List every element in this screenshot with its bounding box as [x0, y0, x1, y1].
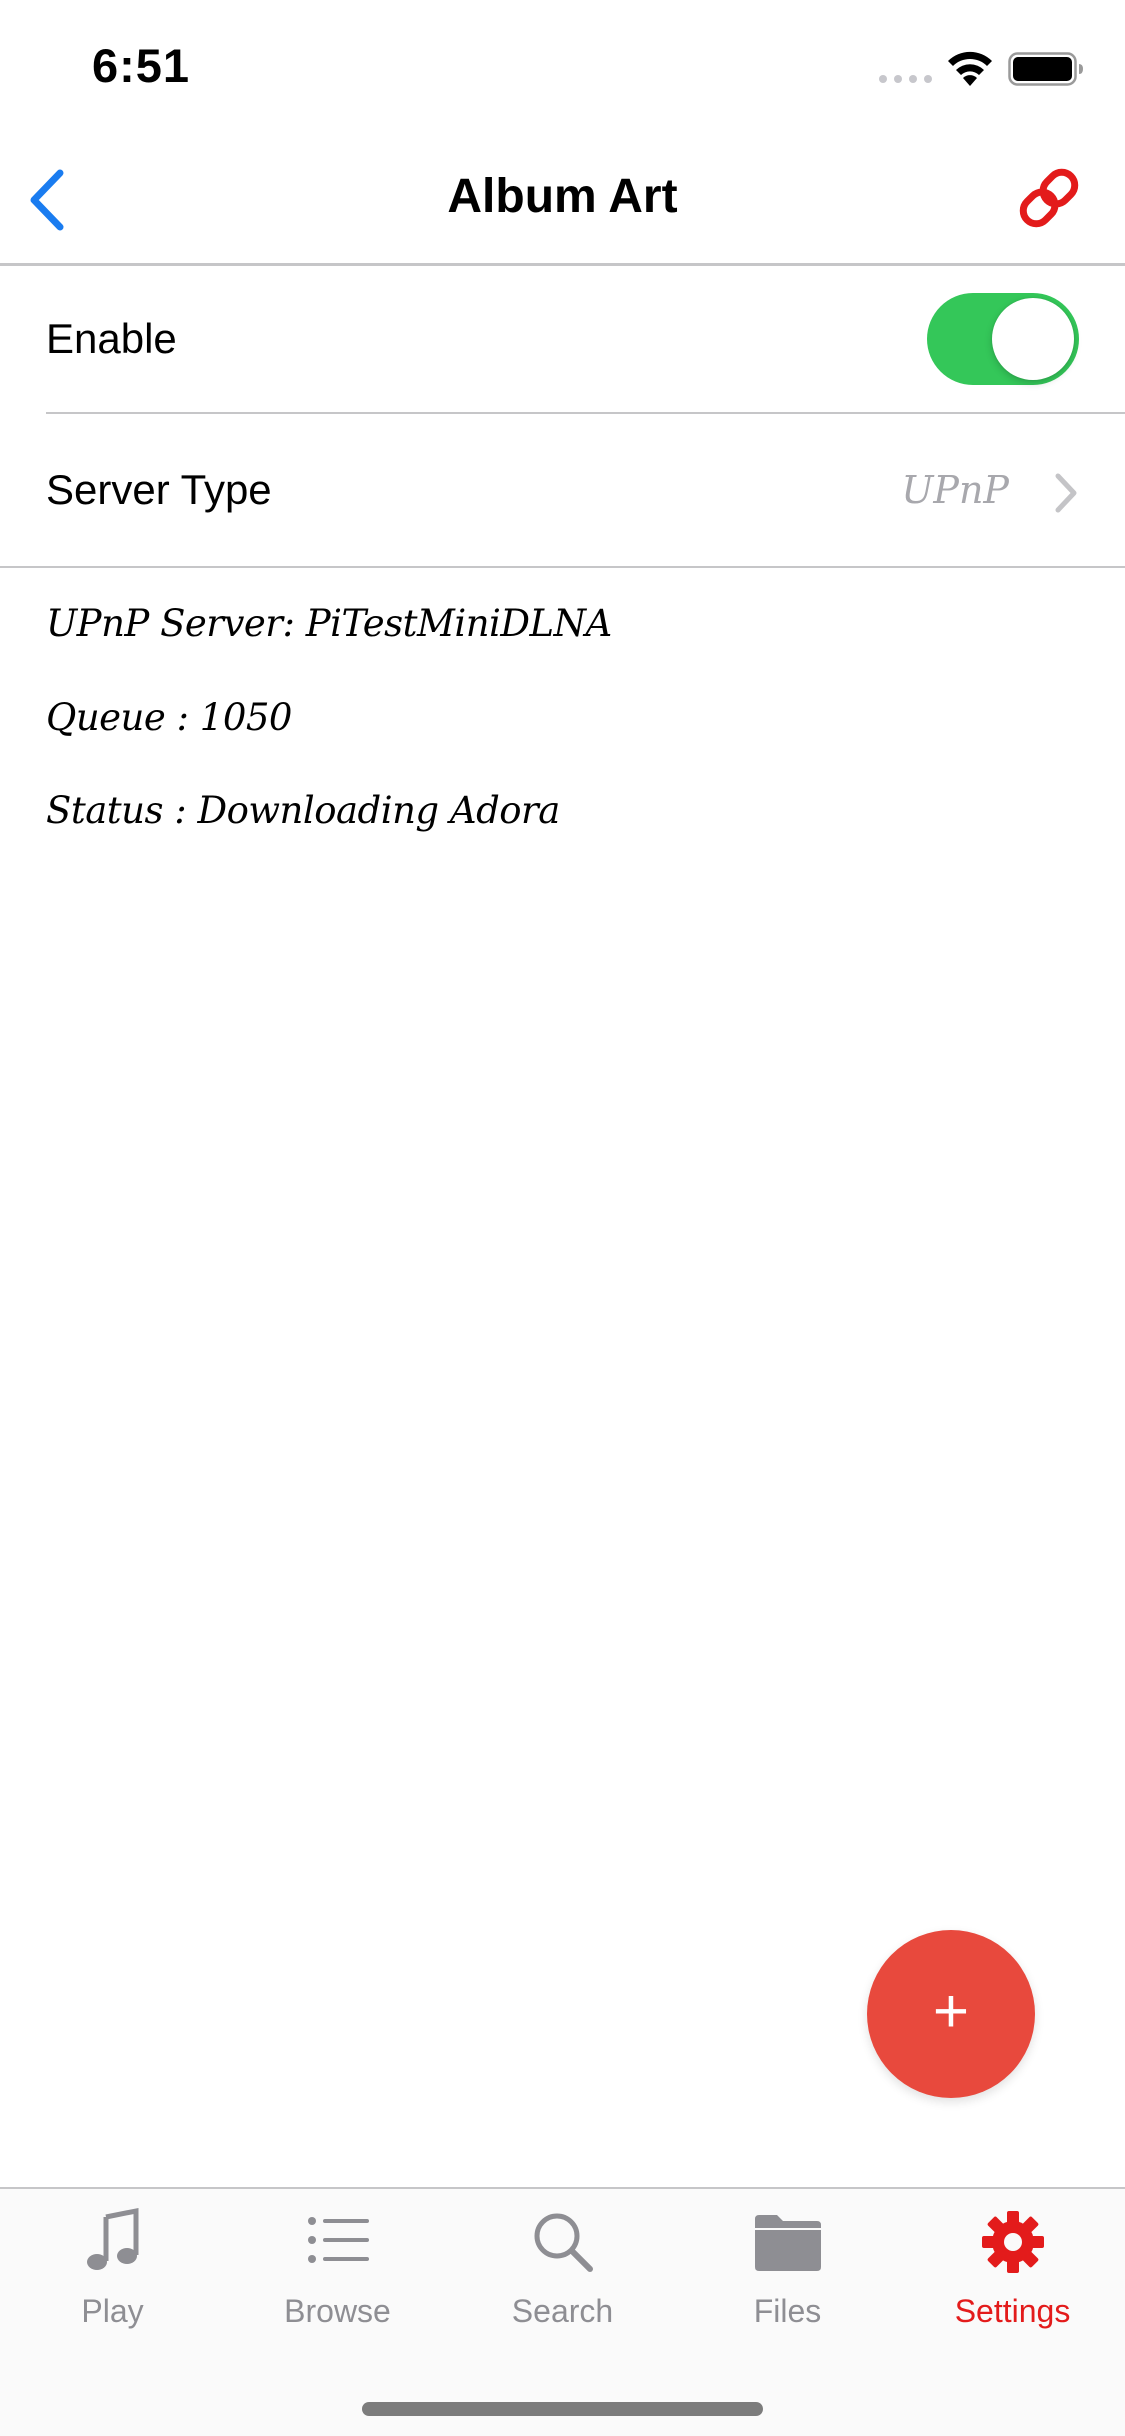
album-art-screen: 6:51 Album Art Enable Server Type UPnP U…	[0, 0, 1125, 2436]
tab-play[interactable]: Play	[0, 2189, 225, 2349]
tab-browse[interactable]: Browse	[225, 2189, 450, 2349]
wifi-icon	[948, 51, 992, 86]
tab-label: Play	[81, 2293, 144, 2329]
tab-files[interactable]: Files	[675, 2189, 900, 2349]
plus-icon: +	[932, 1977, 970, 2046]
enable-toggle[interactable]	[927, 293, 1079, 385]
link-icon[interactable]	[1016, 165, 1082, 231]
chevron-right-icon	[1055, 473, 1077, 513]
home-indicator	[362, 2402, 763, 2416]
search-icon	[534, 2213, 593, 2272]
page-title: Album Art	[447, 170, 678, 223]
tab-label: Search	[511, 2293, 614, 2329]
queue-info: Queue : 1050	[46, 696, 292, 739]
tab-label: Settings	[954, 2293, 1071, 2329]
status-info: Status : Downloading Adora	[46, 789, 560, 832]
enable-row: Enable	[0, 266, 1125, 414]
upnp-server-info: UPnP Server: PiTestMiniDLNA	[46, 602, 612, 645]
folder-icon	[754, 2215, 821, 2271]
enable-label: Enable	[46, 315, 177, 362]
status-bar: 6:51	[0, 0, 1125, 135]
toggle-knob	[992, 298, 1074, 380]
tab-label: Browse	[284, 2293, 391, 2329]
server-type-value: UPnP	[901, 468, 1009, 512]
server-type-label: Server Type	[46, 466, 272, 513]
music-note-icon	[86, 2207, 138, 2270]
battery-icon	[1008, 52, 1083, 86]
status-time: 6:51	[92, 39, 191, 92]
tab-label: Files	[753, 2293, 822, 2329]
row-divider	[46, 412, 1125, 414]
tab-settings[interactable]: Settings	[900, 2189, 1125, 2349]
navigation-bar: Album Art	[0, 135, 1125, 266]
gear-icon	[981, 2211, 1044, 2273]
server-type-row[interactable]: Server Type UPnP	[0, 416, 1125, 568]
tab-bar: Play Browse Search Files Settings	[0, 2187, 1125, 2436]
add-button[interactable]: +	[867, 1930, 1035, 2098]
tab-search[interactable]: Search	[450, 2189, 675, 2349]
list-icon	[307, 2217, 369, 2263]
cellular-signal-icon	[879, 75, 932, 83]
